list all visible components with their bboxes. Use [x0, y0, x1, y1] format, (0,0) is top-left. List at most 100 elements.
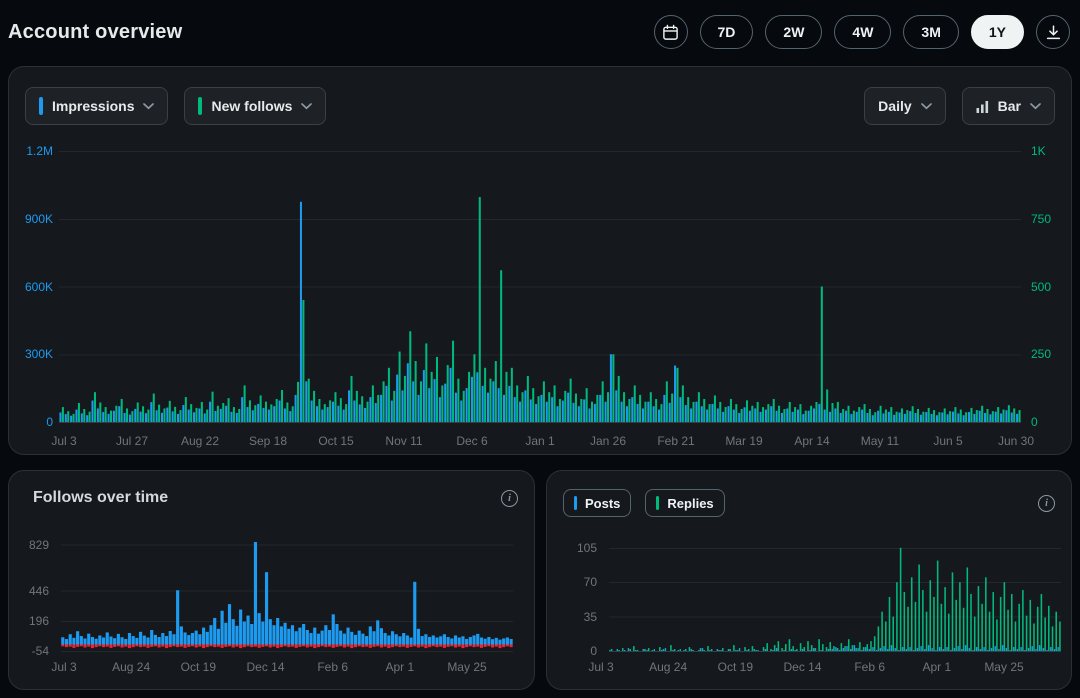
- impressions-bar: [808, 411, 810, 422]
- new-follows-bar: [730, 399, 732, 422]
- range-button-3m[interactable]: 3M: [903, 15, 958, 49]
- unfollows-bar: [143, 644, 146, 646]
- replies-bar: [678, 650, 680, 651]
- main-left-axis-tick: 1.2M: [11, 144, 53, 158]
- unfollows-bar: [428, 644, 431, 647]
- replies-bar: [755, 650, 757, 651]
- follows-bar: [343, 634, 346, 645]
- main-right-axis-tick: 750: [1031, 212, 1071, 226]
- impressions-bar: [984, 413, 986, 422]
- unfollows-bar: [369, 644, 372, 647]
- impressions-bar: [166, 408, 168, 422]
- replies-bar: [874, 636, 876, 651]
- replies-bar: [981, 604, 983, 651]
- impressions-bar: [268, 410, 270, 422]
- new-follows-bar: [564, 391, 566, 422]
- impressions-bar: [567, 393, 569, 422]
- new-follows-bar: [970, 408, 972, 422]
- range-button-2w[interactable]: 2W: [765, 15, 822, 49]
- posts-bar: [917, 648, 918, 651]
- unfollows-bar: [154, 644, 157, 646]
- calendar-icon: [662, 24, 679, 41]
- impressions-bar: [108, 414, 110, 422]
- new-follows-bar: [799, 404, 801, 422]
- new-follows-bar: [163, 408, 165, 422]
- unfollows-bar: [458, 644, 461, 646]
- follows-bar: [284, 623, 287, 645]
- impressions-bar: [850, 414, 852, 422]
- new-follows-bar: [842, 409, 844, 422]
- impressions-bar: [824, 410, 826, 422]
- new-follows-bar: [741, 409, 743, 422]
- posts-bar: [654, 649, 655, 651]
- posts-bar: [709, 650, 710, 651]
- posts-bar: [1057, 647, 1058, 651]
- follows-bar: [309, 633, 312, 644]
- new-follows-bar: [1008, 405, 1010, 422]
- posts-bar: [728, 649, 729, 651]
- unfollows-bar: [102, 644, 105, 647]
- impressions-bar: [695, 402, 697, 422]
- unfollows-bar: [195, 644, 198, 647]
- range-button-7d[interactable]: 7D: [700, 15, 754, 49]
- new-follows-bar: [746, 400, 748, 422]
- new-follows-bar: [826, 389, 828, 422]
- unfollows-bar: [432, 644, 435, 646]
- impressions-bar: [979, 411, 981, 422]
- impressions-bar: [546, 402, 548, 422]
- follows-bar: [510, 639, 513, 645]
- new-follows-bar: [297, 382, 299, 422]
- follows-bar: [87, 634, 90, 645]
- new-follows-bar: [244, 385, 246, 422]
- range-button-1y[interactable]: 1Y: [971, 15, 1024, 49]
- replies-bar: [989, 612, 991, 651]
- new-follows-bar: [1013, 408, 1015, 422]
- new-follows-bar: [212, 392, 214, 422]
- posts-bar: [680, 649, 681, 651]
- replies-bar: [763, 647, 765, 651]
- follows-bar: [406, 635, 409, 644]
- follows-bar: [435, 638, 438, 645]
- follows-bar: [158, 637, 161, 644]
- follows-bar: [398, 636, 401, 644]
- activity-x-axis-tick: Jul 3: [567, 660, 635, 674]
- download-button[interactable]: [1036, 15, 1070, 49]
- replies-bar: [937, 561, 939, 651]
- impressions-bar: [209, 402, 211, 422]
- unfollows-bar: [309, 644, 312, 646]
- follows-bar: [432, 635, 435, 644]
- main-left-axis-tick: 900K: [11, 212, 53, 226]
- impressions-bar: [711, 404, 713, 422]
- impressions-bar: [311, 401, 313, 422]
- impressions-bar: [70, 416, 72, 422]
- follows-bar: [235, 626, 238, 645]
- unfollows-bar: [106, 644, 109, 646]
- chart-canvas: [609, 536, 1061, 653]
- follows-bar: [246, 616, 249, 645]
- follows-bar: [113, 638, 116, 644]
- follows-bar: [387, 635, 390, 644]
- impressions-bar: [1011, 413, 1013, 422]
- posts-bar: [909, 647, 910, 651]
- unfollows-bar: [124, 644, 127, 646]
- new-follows-bar: [548, 392, 550, 422]
- new-follows-bar: [308, 379, 310, 422]
- follows-bar: [195, 631, 198, 645]
- calendar-button[interactable]: [654, 15, 688, 49]
- impressions-bar: [145, 413, 147, 422]
- new-follows-bar: [735, 404, 737, 422]
- impressions-bar: [316, 406, 318, 422]
- new-follows-bar: [260, 395, 262, 422]
- posts-bar: [776, 648, 777, 651]
- range-button-4w[interactable]: 4W: [834, 15, 891, 49]
- impressions-bar: [65, 414, 67, 422]
- unfollows-bar: [350, 644, 353, 648]
- unfollows-bar: [361, 644, 364, 647]
- unfollows-bar: [217, 644, 220, 646]
- posts-bar: [861, 650, 862, 651]
- new-follows-bar: [965, 412, 967, 422]
- replies-bar: [637, 650, 639, 651]
- replies-bar: [859, 642, 861, 651]
- unfollows-bar: [176, 644, 179, 647]
- follows-bar: [291, 625, 294, 644]
